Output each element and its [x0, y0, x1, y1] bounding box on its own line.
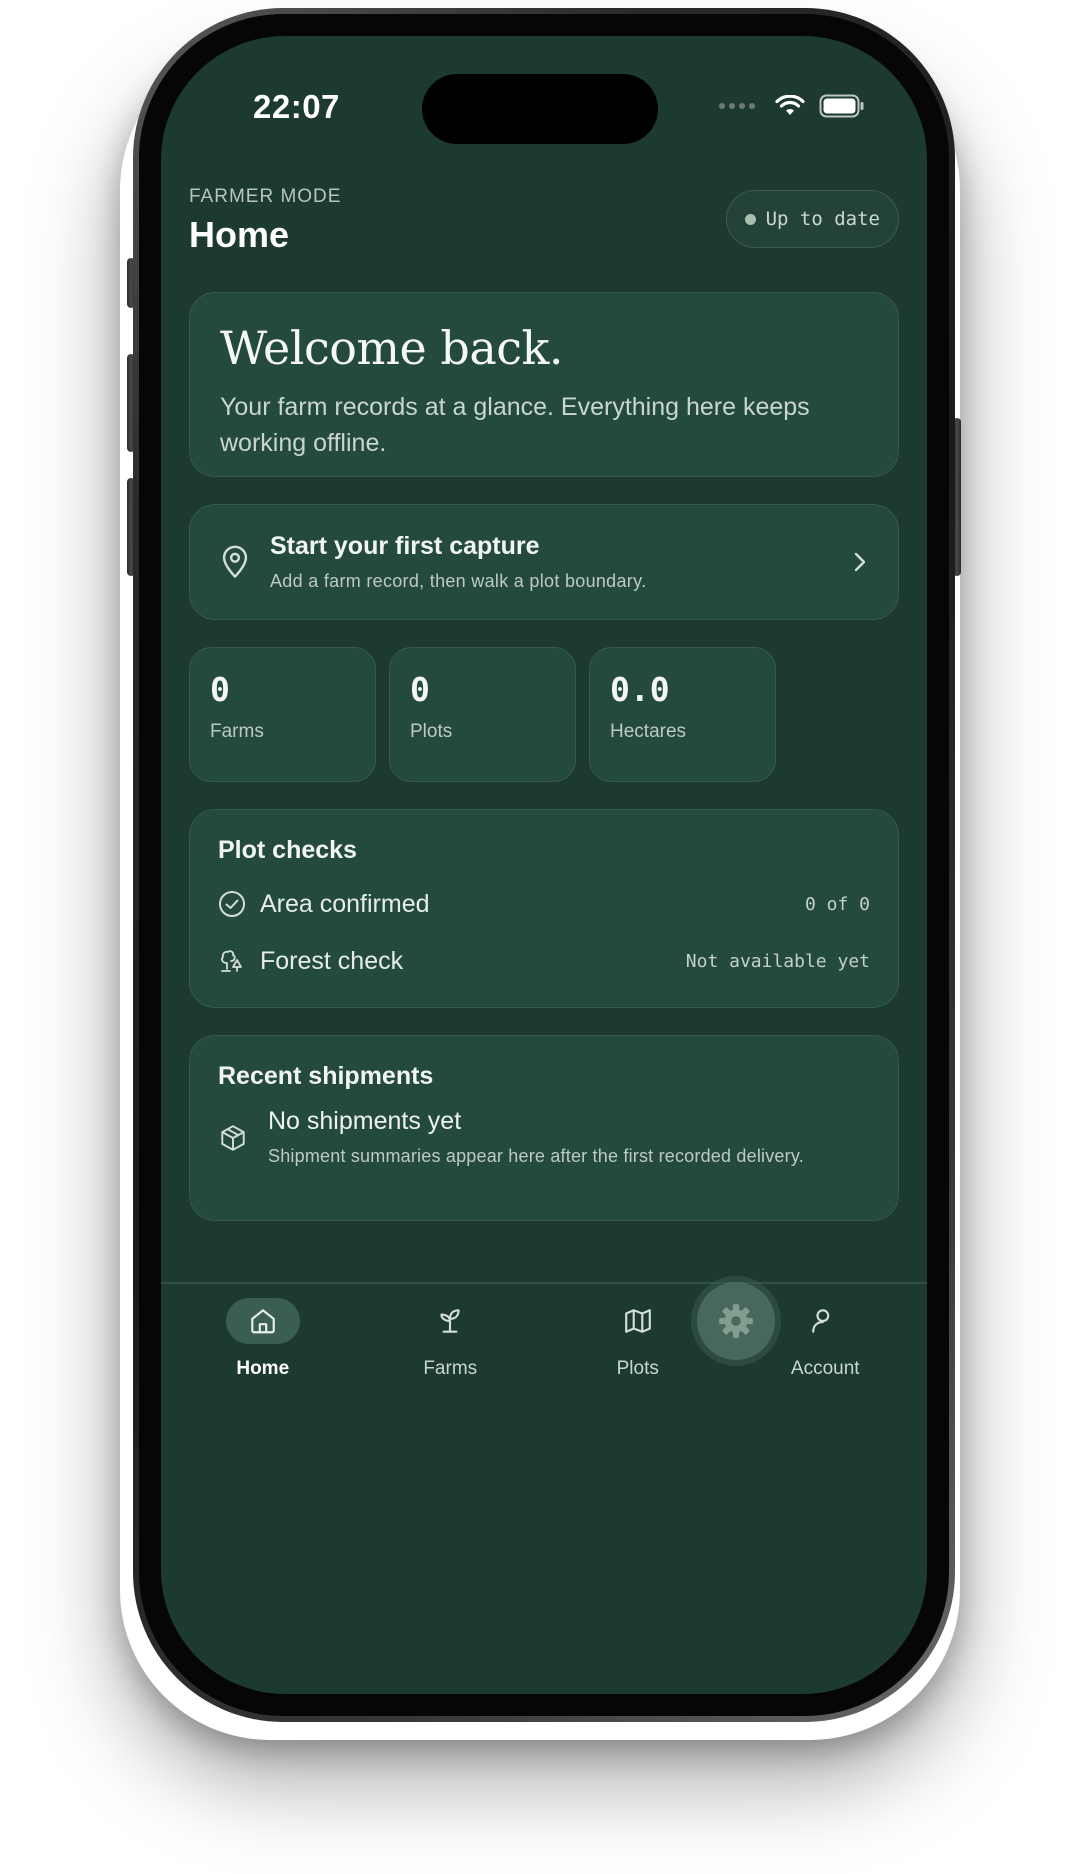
nav-label: Account	[790, 1358, 860, 1379]
check-value: Not available yet	[685, 950, 870, 972]
check-label: Area confirmed	[260, 889, 430, 918]
stat-label: Plots	[410, 721, 453, 742]
nav-item-home[interactable]: Home	[188, 1298, 338, 1380]
trees-icon	[221, 950, 242, 972]
shipments-empty-title: No shipments yet	[268, 1107, 462, 1135]
sync-status-label: Up to date	[765, 208, 880, 230]
plot-checks-card: Plot checks Area confirmed 0 of 0 Forest…	[189, 809, 899, 1008]
stat-card-farms[interactable]: 0 Farms	[189, 647, 376, 782]
check-label: Forest check	[260, 946, 404, 975]
gear-icon	[719, 1304, 753, 1338]
status-indicators	[719, 94, 865, 118]
map-pin-icon	[222, 545, 248, 579]
dynamic-island	[422, 74, 658, 144]
recent-shipments-card: Recent shipments No shipments yet Shipme…	[189, 1035, 899, 1221]
capture-text: Start your first capture Add a farm reco…	[270, 532, 852, 592]
nav-label: Plots	[616, 1358, 659, 1379]
cellular-signal-icon	[719, 103, 755, 109]
check-row-area: Area confirmed 0 of 0	[218, 887, 870, 921]
nav-label: Home	[236, 1358, 290, 1379]
nav-icon-wrap	[225, 1298, 300, 1344]
settings-fab[interactable]	[697, 1282, 775, 1360]
battery-icon	[819, 94, 864, 118]
section-title: Recent shipments	[218, 1062, 434, 1090]
check-value: 0 of 0	[804, 893, 870, 915]
nav-item-plots[interactable]: Plots	[563, 1298, 713, 1380]
check-row-forest: Forest check Not available yet	[218, 944, 870, 978]
welcome-card: Welcome back. Your farm records at a gla…	[189, 292, 899, 477]
sprout-icon	[440, 1309, 460, 1333]
stat-value: 0	[410, 670, 430, 709]
device-mockup: 22:07 FARMER MODE Home Up to date Welcom…	[0, 0, 1088, 1874]
nav-item-farms[interactable]: Farms	[375, 1298, 525, 1380]
page-header: FARMER MODE Home Up to date	[189, 186, 899, 256]
stat-card-plots[interactable]: 0 Plots	[389, 647, 576, 782]
phone-frame: 22:07 FARMER MODE Home Up to date Welcom…	[133, 8, 955, 1722]
screen: 22:07 FARMER MODE Home Up to date Welcom…	[161, 36, 927, 1694]
nav-icon-wrap	[788, 1298, 862, 1344]
capture-title: Start your first capture	[270, 532, 540, 560]
nav-label: Farms	[423, 1358, 478, 1379]
nav-icon-wrap	[601, 1298, 675, 1344]
bottom-nav: Home Farms Plots Account	[161, 1298, 927, 1380]
stat-card-hectares[interactable]: 0.0 Hectares	[589, 647, 776, 782]
sync-dot-icon	[744, 213, 756, 225]
stat-value: 0	[210, 670, 230, 709]
stat-value: 0.0	[610, 670, 670, 709]
wifi-icon	[775, 95, 805, 115]
section-title: Plot checks	[218, 836, 357, 864]
welcome-subtitle: Your farm records at a glance. Everythin…	[220, 393, 810, 457]
status-time: 22:07	[253, 88, 340, 125]
stat-label: Farms	[210, 721, 264, 742]
check-circle-icon	[219, 891, 245, 917]
phone-bezel: 22:07 FARMER MODE Home Up to date Welcom…	[139, 14, 949, 1716]
stat-label: Hectares	[610, 721, 687, 742]
home-icon	[250, 1309, 275, 1334]
sync-status-badge[interactable]: Up to date	[725, 190, 899, 248]
nav-divider	[161, 1282, 927, 1284]
welcome-title: Welcome back.	[220, 321, 564, 375]
map-icon	[624, 1309, 651, 1333]
nav-icon-wrap	[413, 1298, 487, 1344]
shipments-empty-state: No shipments yet Shipment summaries appe…	[218, 1107, 870, 1168]
capture-subtitle: Add a farm record, then walk a plot boun…	[270, 571, 647, 591]
shipments-empty-text: No shipments yet Shipment summaries appe…	[268, 1107, 804, 1168]
package-icon	[221, 1124, 245, 1151]
shipments-empty-subtitle: Shipment summaries appear here after the…	[268, 1146, 804, 1166]
chevron-right-icon	[854, 552, 866, 572]
start-capture-button[interactable]: Start your first capture Add a farm reco…	[189, 504, 899, 620]
user-icon	[812, 1309, 830, 1333]
